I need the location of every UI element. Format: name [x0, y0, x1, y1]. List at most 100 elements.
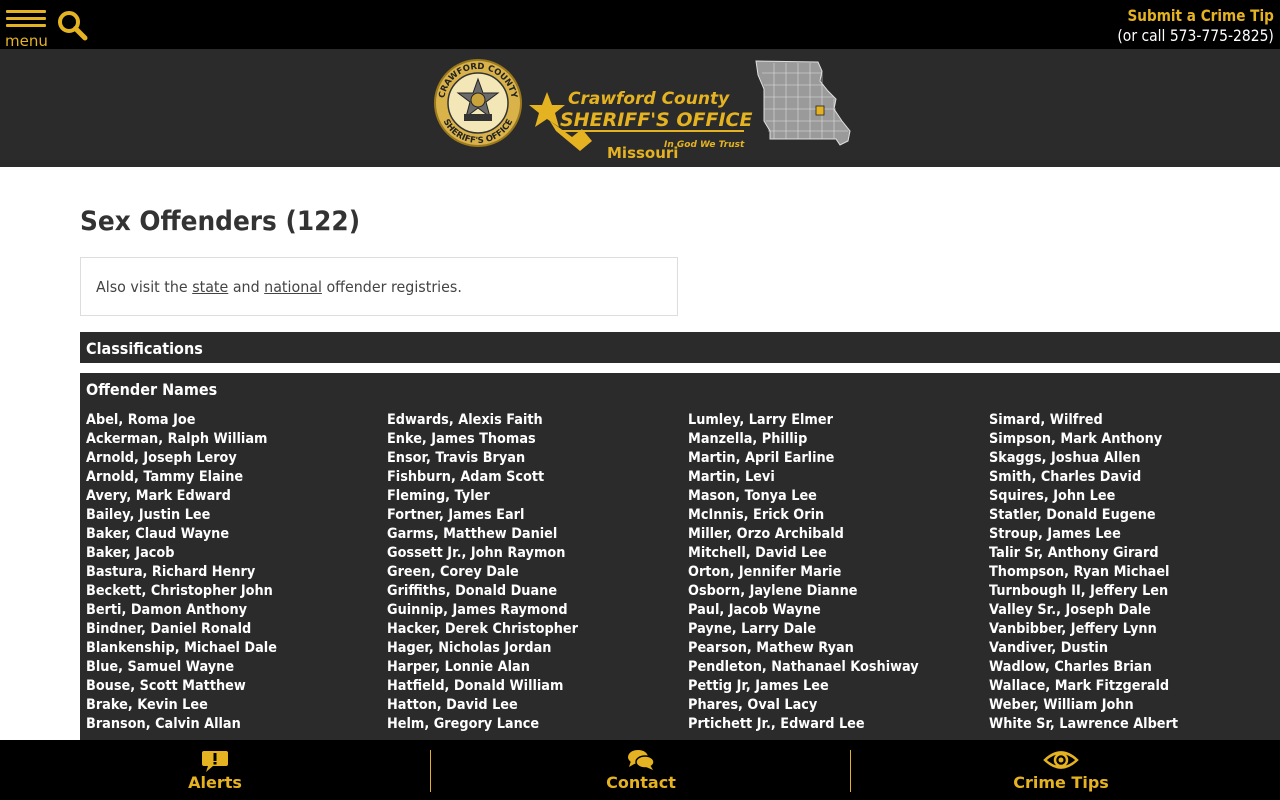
- offender-name-link[interactable]: Fleming, Tyler: [387, 487, 663, 506]
- offender-name-link[interactable]: Hager, Nicholas Jordan: [387, 639, 663, 658]
- offender-name-link[interactable]: Blankenship, Michael Dale: [86, 639, 362, 658]
- logo-line2: SHERIFF'S OFFICE: [560, 109, 752, 131]
- offender-name-link[interactable]: Baker, Jacob: [86, 544, 362, 563]
- offender-name-link[interactable]: Osborn, Jaylene Dianne: [688, 582, 964, 601]
- offender-name-link[interactable]: Berti, Damon Anthony: [86, 601, 362, 620]
- offender-name-link[interactable]: McInnis, Erick Orin: [688, 506, 964, 525]
- registry-notice: Also visit the state and national offend…: [80, 257, 678, 316]
- offender-name-link[interactable]: Payne, Larry Dale: [688, 620, 964, 639]
- offender-name-link[interactable]: Statler, Donald Eugene: [989, 506, 1265, 525]
- offender-name-link[interactable]: Manzella, Phillip: [688, 430, 964, 449]
- offender-name-link[interactable]: Fishburn, Adam Scott: [387, 468, 663, 487]
- top-bar: menu Submit a Crime Tip (or call 573-775…: [0, 0, 1280, 50]
- offender-name-link[interactable]: Mitchell, David Lee: [688, 544, 964, 563]
- offender-name-link[interactable]: Griffiths, Donald Duane: [387, 582, 663, 601]
- offender-name-link[interactable]: Beckett, Christopher John: [86, 582, 362, 601]
- search-button[interactable]: [56, 9, 88, 41]
- offender-name-link[interactable]: Pendleton, Nathanael Koshiway: [688, 658, 964, 677]
- offender-name-link[interactable]: Fortner, James Earl: [387, 506, 663, 525]
- offender-names-panel: Offender Names Abel, Roma Joe Ackerman, R…: [80, 373, 1280, 753]
- offender-name-link[interactable]: Hatfield, Donald William: [387, 677, 663, 696]
- eye-icon: [1043, 751, 1079, 769]
- crime-tip-title[interactable]: Submit a Crime Tip: [1121, 6, 1274, 26]
- offender-name-link[interactable]: Miller, Orzo Archibald: [688, 525, 964, 544]
- offender-name-link[interactable]: White Sr, Lawrence Albert: [989, 715, 1265, 734]
- offender-name-link[interactable]: Weber, William John: [989, 696, 1265, 715]
- offender-name-link[interactable]: Stroup, James Lee: [989, 525, 1265, 544]
- offender-name-link[interactable]: Bouse, Scott Matthew: [86, 677, 362, 696]
- offender-name-link[interactable]: Pearson, Mathew Ryan: [688, 639, 964, 658]
- offender-name-link[interactable]: Wallace, Mark Fitzgerald: [989, 677, 1265, 696]
- offender-name-link[interactable]: Edwards, Alexis Faith: [387, 411, 663, 430]
- menu-button[interactable]: menu: [5, 10, 48, 50]
- offender-name-link[interactable]: Martin, Levi: [688, 468, 964, 487]
- offender-name-link[interactable]: Bastura, Richard Henry: [86, 563, 362, 582]
- offender-name-link[interactable]: Blue, Samuel Wayne: [86, 658, 362, 677]
- offender-name-link[interactable]: Phares, Oval Lacy: [688, 696, 964, 715]
- offender-name-link[interactable]: Arnold, Joseph Leroy: [86, 449, 362, 468]
- sheriff-logo[interactable]: CRAWFORD COUNTY SHERIFF'S OFFICE Crawfor…: [432, 59, 852, 162]
- offender-name-link[interactable]: Smith, Charles David: [989, 468, 1265, 487]
- offender-name-link[interactable]: Enke, James Thomas: [387, 430, 663, 449]
- offender-name-link[interactable]: Orton, Jennifer Marie: [688, 563, 964, 582]
- menu-label: menu: [5, 32, 48, 50]
- offender-name-link[interactable]: Thompson, Ryan Michael: [989, 563, 1265, 582]
- offender-column: Abel, Roma Joe Ackerman, Ralph William Arn…: [86, 411, 386, 734]
- alert-bubble-icon: [202, 751, 228, 772]
- offender-name-link[interactable]: Hacker, Derek Christopher: [387, 620, 663, 639]
- crime-tip-phone[interactable]: (or call 573-775-2825): [1118, 26, 1274, 46]
- chat-bubbles-icon: [628, 750, 655, 770]
- logo-state: Missouri: [607, 144, 678, 159]
- offender-name-link[interactable]: Prtichett Jr., Edward Lee: [688, 715, 964, 734]
- offender-names-heading: Offender Names: [86, 380, 218, 399]
- offender-name-link[interactable]: Pettig Jr, James Lee: [688, 677, 964, 696]
- offender-name-link[interactable]: Simard, Wilfred: [989, 411, 1265, 430]
- bottom-nav: Alerts Contact Crime Tips: [0, 740, 1280, 800]
- offender-name-link[interactable]: Green, Corey Dale: [387, 563, 663, 582]
- national-registry-link[interactable]: national: [264, 278, 322, 296]
- notice-text-mid: and: [228, 278, 265, 296]
- offender-column: Lumley, Larry Elmer Manzella, Phillip Mart…: [688, 411, 988, 734]
- offender-name-link[interactable]: Skaggs, Joshua Allen: [989, 449, 1265, 468]
- page-title: Sex Offenders (122): [80, 206, 361, 237]
- crime-tips-label: Crime Tips: [1013, 773, 1109, 792]
- offender-name-link[interactable]: Garms, Matthew Daniel: [387, 525, 663, 544]
- crime-tip-link[interactable]: Submit a Crime Tip (or call 573-775-2825…: [1094, 6, 1274, 46]
- hamburger-line: [6, 24, 46, 27]
- offender-name-link[interactable]: Mason, Tonya Lee: [688, 487, 964, 506]
- offender-name-link[interactable]: Bindner, Daniel Ronald: [86, 620, 362, 639]
- offender-name-link[interactable]: Bailey, Justin Lee: [86, 506, 362, 525]
- offender-name-link[interactable]: Abel, Roma Joe: [86, 411, 362, 430]
- crime-tips-nav-button[interactable]: Crime Tips: [851, 740, 1271, 800]
- offender-name-link[interactable]: Avery, Mark Edward: [86, 487, 362, 506]
- state-registry-link[interactable]: state: [192, 278, 228, 296]
- offender-name-link[interactable]: Martin, April Earline: [688, 449, 964, 468]
- offender-name-link[interactable]: Ackerman, Ralph William: [86, 430, 362, 449]
- offender-name-link[interactable]: Lumley, Larry Elmer: [688, 411, 964, 430]
- offender-name-link[interactable]: Gossett Jr., John Raymon: [387, 544, 663, 563]
- offender-name-link[interactable]: Talir Sr, Anthony Girard: [989, 544, 1265, 563]
- offender-name-link[interactable]: Hatton, David Lee: [387, 696, 663, 715]
- offender-name-link[interactable]: Vandiver, Dustin: [989, 639, 1265, 658]
- offender-name-link[interactable]: Harper, Lonnie Alan: [387, 658, 663, 677]
- contact-nav-button[interactable]: Contact: [431, 740, 851, 800]
- offender-name-link[interactable]: Branson, Calvin Allan: [86, 715, 362, 734]
- offender-column: Simard, Wilfred Simpson, Mark Anthony Skag…: [989, 411, 1280, 734]
- offender-name-link[interactable]: Turnbough II, Jeffery Len: [989, 582, 1265, 601]
- offender-name-link[interactable]: Baker, Claud Wayne: [86, 525, 362, 544]
- offender-name-link[interactable]: Paul, Jacob Wayne: [688, 601, 964, 620]
- alerts-nav-button[interactable]: Alerts: [0, 740, 430, 800]
- offender-name-link[interactable]: Valley Sr., Joseph Dale: [989, 601, 1265, 620]
- offender-name-link[interactable]: Squires, John Lee: [989, 487, 1265, 506]
- offender-name-link[interactable]: Guinnip, James Raymond: [387, 601, 663, 620]
- classifications-toggle[interactable]: Classifications: [80, 332, 1280, 363]
- offender-name-link[interactable]: Ensor, Travis Bryan: [387, 449, 663, 468]
- offender-name-link[interactable]: Vanbibber, Jeffery Lynn: [989, 620, 1265, 639]
- logo-line1: Crawford County: [568, 89, 730, 109]
- offender-name-link[interactable]: Helm, Gregory Lance: [387, 715, 663, 734]
- search-icon: [58, 11, 88, 41]
- offender-name-link[interactable]: Arnold, Tammy Elaine: [86, 468, 362, 487]
- offender-name-link[interactable]: Brake, Kevin Lee: [86, 696, 362, 715]
- offender-name-link[interactable]: Simpson, Mark Anthony: [989, 430, 1265, 449]
- offender-name-link[interactable]: Wadlow, Charles Brian: [989, 658, 1265, 677]
